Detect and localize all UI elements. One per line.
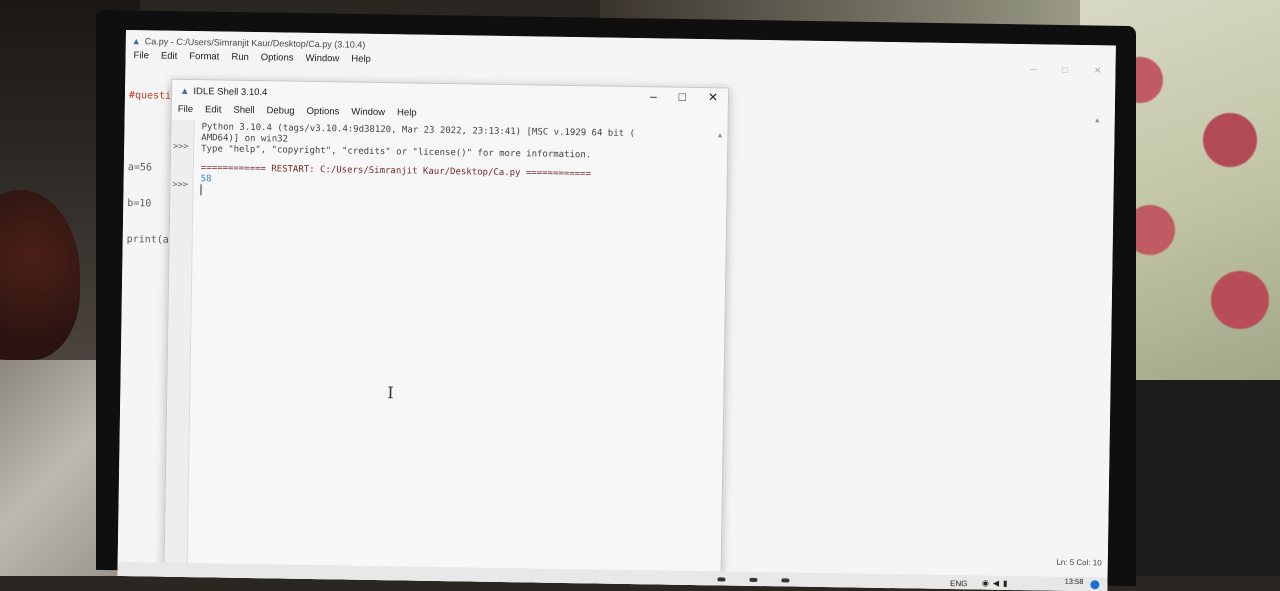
shell-menu-options[interactable]: Options [306,106,339,118]
shell-menu-window[interactable]: Window [351,107,385,119]
taskbar-app-icon[interactable] [781,578,790,583]
prompt-marker: >>> [173,141,189,152]
volume-icon[interactable]: ◀ [993,579,999,588]
shell-maximize-icon[interactable]: □ [679,90,686,104]
ibeam-cursor-icon: I [387,383,394,403]
shell-menu-file[interactable]: File [178,104,193,115]
code-line: a=56 [127,162,153,174]
text-caret [200,184,202,196]
shell-output-area[interactable]: Python 3.10.4 (tags/v3.10.4:9d38120, Mar… [201,122,722,193]
editor-menu-edit[interactable]: Edit [161,51,178,67]
shell-menu-edit[interactable]: Edit [205,104,222,115]
notification-icon[interactable] [1090,580,1100,590]
shell-menu-debug[interactable]: Debug [266,105,294,116]
prompt-marker: >>> [172,179,189,190]
system-tray: ◉ ◀ ▮ [982,579,1008,588]
taskbar-clock[interactable]: 13:58 [1065,577,1084,586]
editor-menu-window[interactable]: Window [305,53,339,70]
laptop-screen: ▲ Ca.py - C:/Users/Simranjit Kaur/Deskto… [117,30,1116,591]
editor-window-controls: ─ □ ✕ [1030,64,1102,76]
editor-title: Ca.py - C:/Users/Simranjit Kaur/Desktop/… [144,36,366,50]
python-shell-icon: ▲ [179,85,190,97]
editor-close-icon[interactable]: ✕ [1094,65,1102,76]
idle-shell-window: ▲ IDLE Shell 3.10.4 – □ ✕ File Edit Shel… [163,78,730,591]
editor-menu-options[interactable]: Options [261,52,294,69]
shell-title: IDLE Shell 3.10.4 [193,85,268,98]
taskbar-app-icon[interactable] [717,577,726,582]
shell-window-controls: – □ ✕ [650,89,718,104]
code-line: b=10 [127,198,152,210]
shell-minimize-icon[interactable]: – [650,89,657,103]
taskbar-app-icon[interactable] [749,577,758,582]
editor-maximize-icon[interactable]: □ [1062,65,1068,76]
language-indicator[interactable]: ENG [950,579,967,588]
wifi-icon[interactable]: ◉ [982,579,989,588]
editor-status-bar: Ln: 5 Col: 10 [1056,557,1102,568]
editor-minimize-icon[interactable]: ─ [1030,64,1037,75]
editor-menu-file[interactable]: File [133,50,149,66]
editor-menu-help[interactable]: Help [351,54,371,70]
code-line: print(a [126,234,169,246]
editor-code-area[interactable]: #questi a=56 b=10 print(a [126,66,172,271]
editor-menu-run[interactable]: Run [231,52,249,68]
shell-menu-shell[interactable]: Shell [233,105,254,116]
shell-menubar: File Edit Shell Debug Options Window Hel… [178,104,417,119]
editor-menu-format[interactable]: Format [189,51,219,67]
shell-close-icon[interactable]: ✕ [708,90,718,104]
shell-menu-help[interactable]: Help [397,107,417,118]
shell-scroll-up-icon[interactable]: ▲ [716,132,723,139]
taskbar-apps [717,577,790,583]
code-line: #questi [128,90,172,102]
python-file-icon: ▲ [131,36,141,47]
editor-scroll-up-icon[interactable]: ▲ [1094,117,1101,124]
shell-prompt-gutter: >>> >>> [164,119,195,591]
battery-icon[interactable]: ▮ [1003,579,1008,588]
